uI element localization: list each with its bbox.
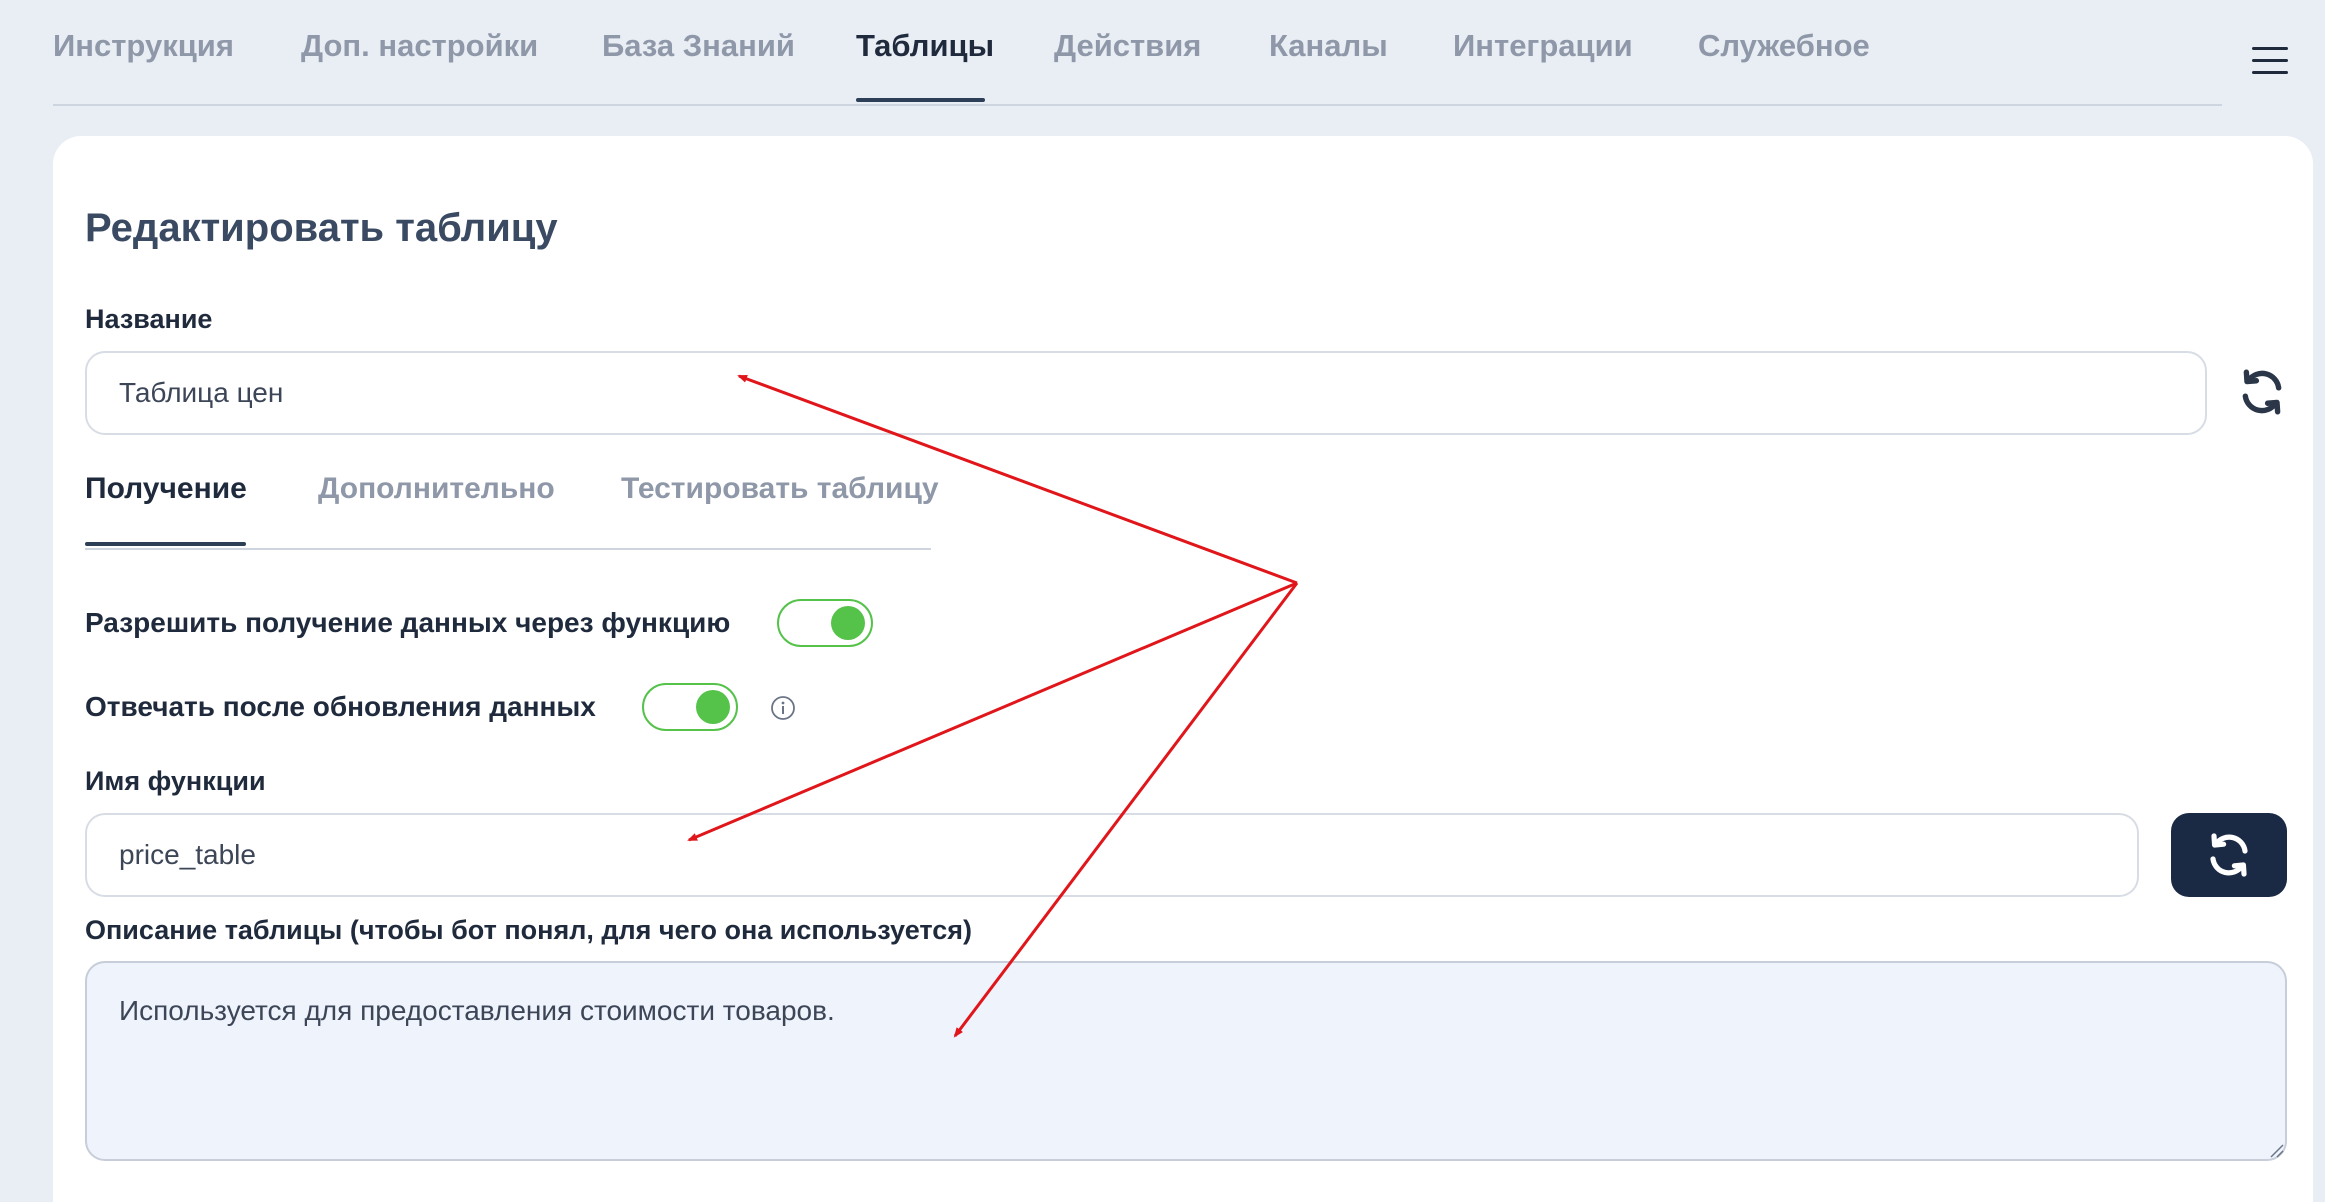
resize-grip-icon[interactable] <box>2268 1142 2284 1158</box>
tab-instruction[interactable]: Инструкция <box>53 24 234 68</box>
active-subtab-indicator <box>85 542 246 546</box>
tab-knowledge-base[interactable]: База Знаний <box>602 24 795 68</box>
hamburger-menu-icon[interactable] <box>2252 47 2288 75</box>
reply-after-update-toggle[interactable] <box>642 683 738 731</box>
refresh-icon <box>2210 833 2248 877</box>
tab-actions[interactable]: Действия <box>1054 24 1201 68</box>
regenerate-function-name-button[interactable] <box>2171 813 2287 897</box>
reply-after-update-label: Отвечать после обновления данных <box>85 691 596 722</box>
toggle-knob <box>831 606 865 640</box>
tab-tables[interactable]: Таблицы <box>856 24 994 68</box>
sub-tabs: Получение Дополнительно Тестировать табл… <box>85 460 939 550</box>
page-title: Редактировать таблицу <box>85 206 558 250</box>
allow-function-label: Разрешить получение данных через функцию <box>85 607 731 638</box>
description-textarea[interactable]: Используется для предоставления стоимост… <box>85 961 2287 1161</box>
description-label: Описание таблицы (чтобы бот понял, для ч… <box>85 915 972 945</box>
tab-extra-settings[interactable]: Доп. настройки <box>301 24 538 68</box>
tab-service[interactable]: Служебное <box>1698 24 1870 68</box>
tab-additional[interactable]: Дополнительно <box>318 468 555 510</box>
function-name-label: Имя функции <box>85 766 266 796</box>
tab-integrations[interactable]: Интеграции <box>1453 24 1633 68</box>
info-icon[interactable] <box>770 695 796 721</box>
tab-channels[interactable]: Каналы <box>1269 24 1388 68</box>
tab-retrieval[interactable]: Получение <box>85 468 247 510</box>
toggle-knob <box>696 690 730 724</box>
allow-function-toggle[interactable] <box>777 599 873 647</box>
function-name-input[interactable] <box>85 813 2139 897</box>
refresh-icon[interactable] <box>2237 367 2287 417</box>
tab-test-table[interactable]: Тестировать таблицу <box>621 468 939 510</box>
top-navigation: Инструкция Доп. настройки База Знаний Та… <box>53 0 2222 106</box>
name-label: Название <box>85 304 213 334</box>
name-input[interactable] <box>85 351 2207 435</box>
active-tab-indicator <box>856 98 985 102</box>
